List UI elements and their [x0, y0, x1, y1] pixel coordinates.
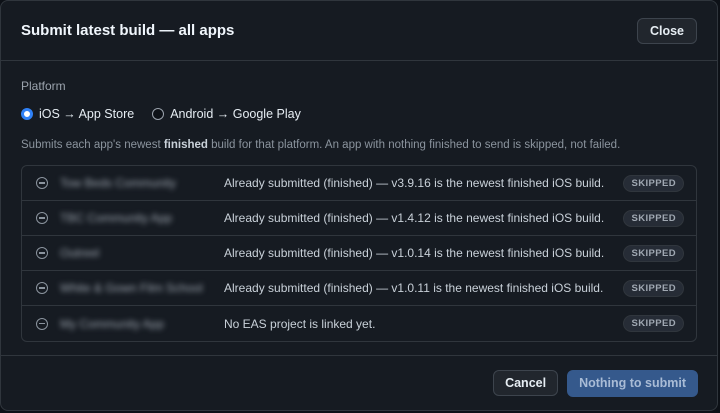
skipped-icon: [36, 212, 48, 224]
status-text: Already submitted (finished) — v3.9.16 i…: [224, 176, 605, 190]
app-name: Outreel: [60, 246, 100, 260]
app-name: TBC Community App: [60, 211, 173, 225]
cancel-button[interactable]: Cancel: [493, 370, 559, 396]
app-name: Tow Beds Community: [60, 176, 177, 190]
status-badge: SKIPPED: [623, 315, 684, 332]
status-badge: SKIPPED: [623, 209, 684, 227]
platform-label: Platform: [21, 79, 66, 93]
dialog-body: Platform iOS → App Store Android → Googl…: [1, 61, 717, 342]
skipped-icon: [36, 317, 48, 330]
list-item: TBC Community App Already submitted (fin…: [22, 201, 696, 236]
radio-unchecked-icon[interactable]: [152, 108, 165, 120]
description-part: build for that platform. An app with not…: [207, 139, 621, 151]
status-badge: SKIPPED: [623, 279, 684, 297]
dialog-title: Submit latest build — all apps: [21, 22, 235, 39]
status-text: Already submitted (finished) — v1.0.11 i…: [224, 281, 604, 295]
dialog-footer: Cancel Nothing to submit: [1, 355, 717, 410]
list-item: My Community App No EAS project is linke…: [22, 306, 696, 341]
platform-option-android[interactable]: Android → Google Play: [152, 107, 301, 121]
platform-option-ios[interactable]: iOS → App Store: [21, 107, 134, 121]
app-name: White & Gown Film School: [60, 281, 203, 295]
app-result-list: Tow Beds Community Already submitted (fi…: [21, 165, 697, 342]
platform-option-label: Android → Google Play: [170, 107, 301, 121]
list-item: Tow Beds Community Already submitted (fi…: [22, 166, 696, 201]
status-text: No EAS project is linked yet.: [224, 316, 376, 331]
status-badge: SKIPPED: [623, 174, 684, 192]
description-part: Submits each app's newest: [21, 139, 164, 151]
description-text: Submits each app's newest finished build…: [21, 139, 697, 151]
skipped-icon: [36, 177, 48, 189]
status-text: Already submitted (finished) — v1.0.14 i…: [224, 246, 605, 260]
description-emphasis: finished: [163, 139, 208, 151]
skipped-icon: [36, 282, 48, 294]
radio-checked-icon[interactable]: [21, 108, 33, 120]
app-name: My Community App: [60, 316, 165, 331]
list-item: White & Gown Film School Already submitt…: [22, 271, 696, 306]
list-item: Outreel Already submitted (finished) — v…: [22, 236, 696, 271]
platform-option-label: iOS → App Store: [39, 107, 135, 121]
status-text: Already submitted (finished) — v1.4.12 i…: [224, 211, 605, 225]
submit-button[interactable]: Nothing to submit: [567, 369, 698, 397]
close-button[interactable]: Close: [636, 17, 697, 44]
dialog-header: Submit latest build — all apps Close: [1, 1, 717, 61]
skipped-icon: [36, 247, 48, 259]
submit-build-dialog: Submit latest build — all apps Close Pla…: [0, 0, 718, 411]
platform-radio-group: iOS → App Store Android → Google Play: [21, 107, 697, 121]
status-badge: SKIPPED: [623, 244, 684, 262]
